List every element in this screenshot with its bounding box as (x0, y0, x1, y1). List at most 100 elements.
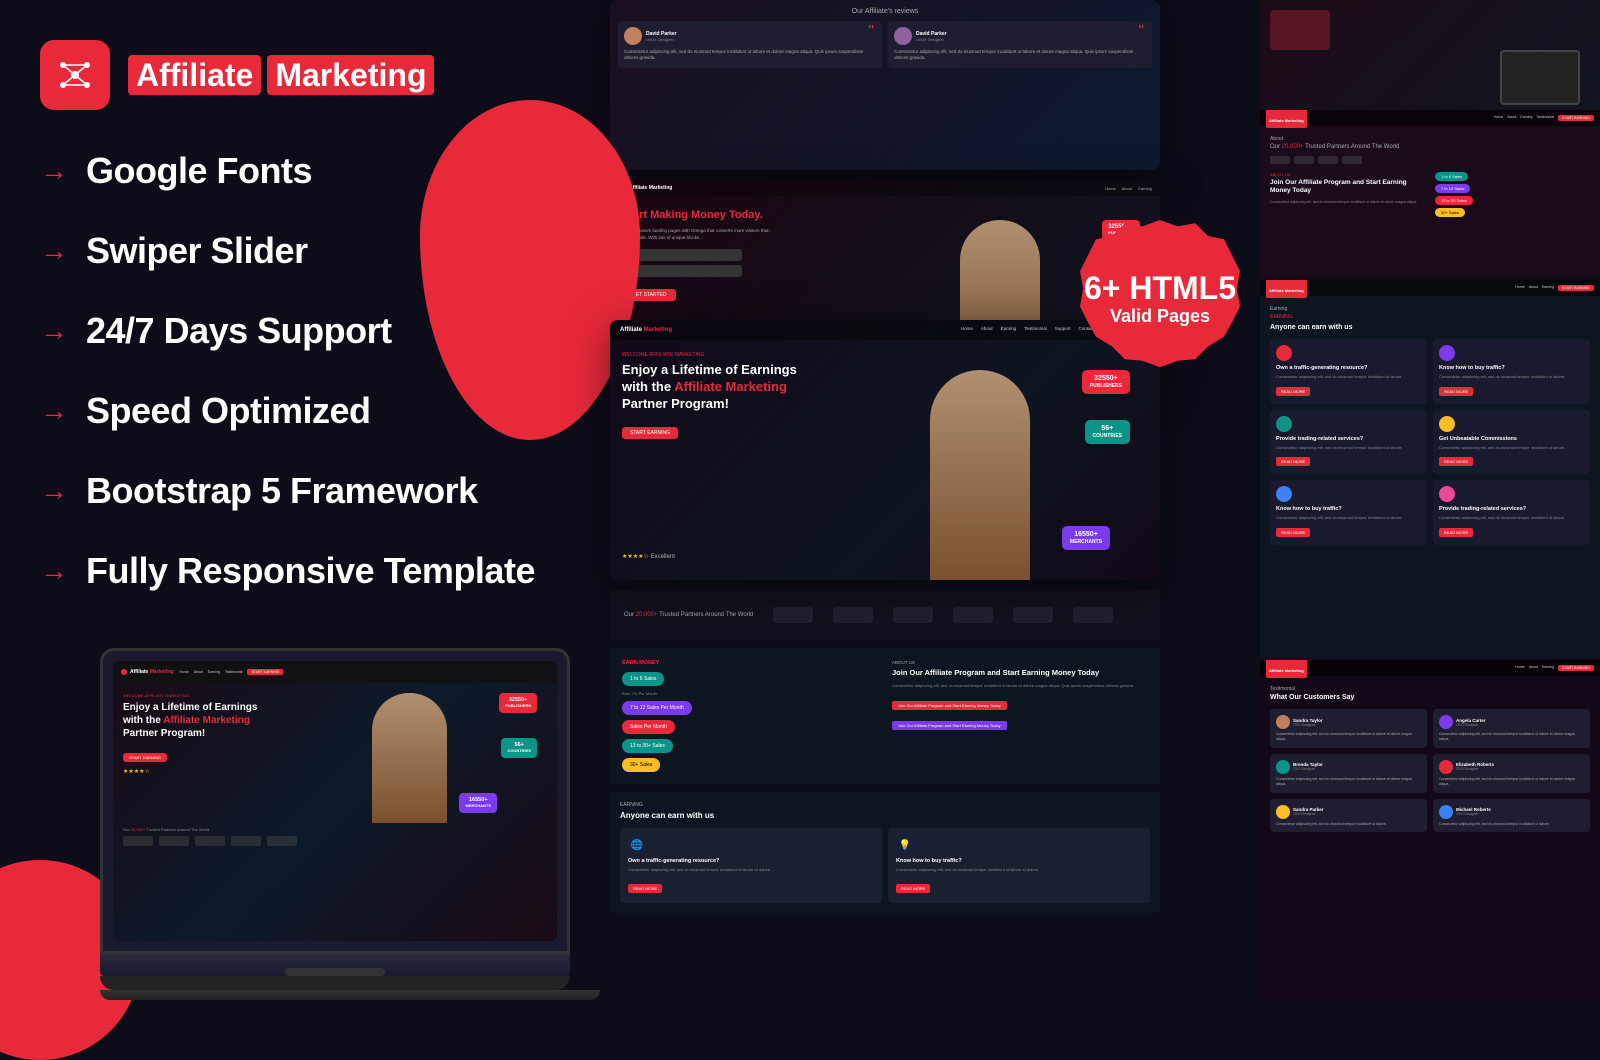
main-hero-cta[interactable]: START EARNING (622, 427, 678, 439)
arrow-icon-2: → (40, 237, 68, 265)
feature-label-swiper: Swiper Slider (86, 230, 308, 272)
right-panel: 6+ HTML5 Valid Pages Our Affiliate's rev… (560, 0, 1600, 1000)
reviewer-1-info: David Parker UI/UX Designer (646, 31, 677, 42)
about-mini-logo: Affiliate Marketing (1266, 108, 1307, 128)
t-avatar-4 (1439, 760, 1453, 774)
about-us-link1[interactable]: Join Our Affiliate Program and Start Ear… (892, 701, 1007, 710)
t-reviewer-4: Elizabeth Roberts CEO Designer (1439, 760, 1584, 774)
about-us-label: ABOUT US (892, 660, 1148, 665)
screen-partner-logos (113, 836, 557, 846)
screen-content: Affiliate Marketing Home About Earning T… (113, 661, 557, 941)
t-info-4: Elizabeth Roberts CEO Designer (1456, 762, 1494, 771)
review-2-text: Consectetur adipiscing elit, sed do eius… (894, 49, 1146, 62)
screenshot-testimonial-page: Affiliate Marketing Home About Earning S… (1260, 660, 1600, 1000)
earning-grid-icon-3 (1276, 416, 1292, 432)
screen-hero-text: WELCOME AFFILIATE MARKETING Enjoy a Life… (123, 693, 263, 823)
t-info-1: Sandra Taylor CEO Designer (1293, 718, 1323, 727)
main-nav-home: Home (961, 326, 973, 335)
screen-stat-countries: 56+COUNTRIES (501, 738, 537, 758)
main-hero-subtitle: WELCOME AFFILIATE MARKETING (622, 352, 822, 358)
t-text-4: Consectetur adipiscing elit, sed do eius… (1439, 777, 1584, 787)
landing-nav: Affiliate Marketing Home About Earning (610, 180, 1160, 196)
main-stat-countries: 56+COUNTRIES (1085, 420, 1130, 444)
testimonial-extra-row: Sandra Parker CEO Designer Consectetur a… (1270, 799, 1590, 833)
main-home-inner: Affiliate Marketing Home About Earning T… (610, 320, 1160, 580)
testimonial-nav-cta[interactable]: START EARNING (1558, 665, 1594, 671)
testimonial-nav-earning: Earning (1542, 665, 1554, 671)
t-role-1: CEO Designer (1293, 723, 1323, 727)
earning-grid-icon-6 (1439, 486, 1455, 502)
t-avatar-3 (1276, 760, 1290, 774)
earning-card-2-btn[interactable]: READ MORE (896, 884, 930, 893)
t-role-4: CEO Designer (1456, 767, 1494, 771)
screen-hero-area: WELCOME AFFILIATE MARKETING Enjoy a Life… (113, 683, 557, 823)
laptop-screen-outer: Affiliate Marketing Home About Earning T… (100, 648, 570, 954)
feature-support: → 24/7 Days Support (40, 310, 535, 352)
landing-input-2[interactable] (622, 265, 742, 277)
screenshot-testimonials: Our Affiliate's reviews " David Parker U… (610, 0, 1160, 170)
logo-svg (55, 55, 95, 95)
about-left: ABOUT US Join Our Affiliate Program and … (1270, 172, 1425, 217)
about-nav-cta[interactable]: START EARNING (1558, 115, 1594, 121)
earning-grid-title-6: Provide trading-related services? (1439, 506, 1584, 512)
laptop-mockup: Affiliate Marketing Home About Earning T… (100, 648, 570, 1000)
logo-icon (40, 40, 110, 110)
screenshot-earning: Affiliate Marketing Home About Earning S… (1260, 280, 1600, 660)
partner-5 (267, 836, 297, 846)
t-avatar-2 (1439, 715, 1453, 729)
about-us-link2[interactable]: Join Our Affiliate Program and Start Ear… (892, 721, 1007, 730)
earning-mini-logo-text: Affiliate Marketing (1269, 288, 1304, 293)
earning-page-subtitle: EARNING (1270, 314, 1590, 320)
earning-card-1-btn[interactable]: READ MORE (628, 884, 662, 893)
reviewer-1: David Parker UI/UX Designer (624, 27, 876, 45)
screen-nav-home: Home (179, 670, 188, 674)
earning-grid-title-4: Get Unbeatable Commissions (1439, 436, 1584, 442)
step-1: 1 to 6 Sales (622, 672, 664, 686)
testimonial-mini-nav: Affiliate Marketing Home About Earning S… (1260, 660, 1600, 676)
partner-logo-5 (1013, 607, 1053, 623)
t-info-2: Angela Carter CEO Designer (1456, 718, 1486, 727)
about-step-2: 7 to 12 Sales (1435, 184, 1470, 193)
earning-grid-btn-4[interactable]: READ MORE (1439, 457, 1473, 466)
earning-grid-text-3: Consectetur adipiscing elit, sed do eius… (1276, 445, 1421, 451)
earning-grid-btn-1[interactable]: READ MORE (1276, 387, 1310, 396)
laptop-base (100, 954, 570, 976)
about-mini-logo-text: Affiliate Marketing (1269, 118, 1304, 123)
earning-nav-cta[interactable]: START EARNING (1558, 285, 1594, 291)
about-steps: 1 to 6 Sales 7 to 12 Sales 13 to 30 Sale… (1435, 172, 1590, 217)
testimonial-page-title: What Our Customers Say (1270, 694, 1590, 701)
avatar-2 (894, 27, 912, 45)
earning-grid-btn-5[interactable]: READ MORE (1276, 528, 1310, 537)
landing-nav-links: Home About Earning (1105, 186, 1152, 191)
partner-4 (231, 836, 261, 846)
t-role-2: CEO Designer (1456, 723, 1486, 727)
main-hero-text: WELCOME AFFILIATE MARKETING Enjoy a Life… (622, 352, 822, 568)
t-text-3: Consectetur adipiscing elit, sed do eius… (1276, 777, 1421, 787)
landing-input-1[interactable] (622, 249, 742, 261)
screen-partners-text: Our 20,000+ Trusted Partners Around The … (113, 823, 557, 836)
earning-card-2: 💡 Know how to buy traffic? Consectetur a… (888, 828, 1150, 903)
earning-grid-text-4: Consectetur adipiscing elit, sed do eius… (1439, 445, 1584, 451)
earning-mini-nav: Affiliate Marketing Home About Earning S… (1260, 280, 1600, 296)
earning-icon-1: 🌐 (628, 836, 646, 854)
main-nav-earning: Earning (1001, 326, 1017, 335)
main-nav-testimonial: Testimonial (1024, 326, 1047, 335)
scallop-shape: 6+ HTML5 Valid Pages (1080, 220, 1240, 380)
logo-part2: Marketing (267, 55, 434, 95)
earning-grid-btn-3[interactable]: READ MORE (1276, 457, 1310, 466)
earning-grid-card-2: Know how to buy traffic? Consectetur adi… (1433, 339, 1590, 404)
screen-man-figure (372, 693, 447, 823)
testimonial-page-label: Testimonial (1270, 686, 1590, 692)
features-list: → Google Fonts → Swiper Slider → 24/7 Da… (40, 150, 535, 630)
t-reviewer-3: Brenda Taylor CEO Designer (1276, 760, 1421, 774)
logo-area: AffiliateMarketing (40, 40, 434, 110)
t-reviewer-5: Sandra Parker CEO Designer (1276, 805, 1421, 819)
about-section: EARN MONEY 1 to 6 Sales Earn 7% Per Mont… (610, 648, 1160, 784)
earning-grid-btn-2[interactable]: READ MORE (1439, 387, 1473, 396)
about-partner-3 (1318, 156, 1338, 164)
earning-grid-btn-6[interactable]: READ MORE (1439, 528, 1473, 537)
about-partner-2 (1294, 156, 1314, 164)
earning-grid-card-6: Provide trading-related services? Consec… (1433, 480, 1590, 545)
left-panel: AffiliateMarketing → Google Fonts → Swip… (0, 0, 560, 1000)
t-role-6: CEO Designer (1456, 812, 1491, 816)
